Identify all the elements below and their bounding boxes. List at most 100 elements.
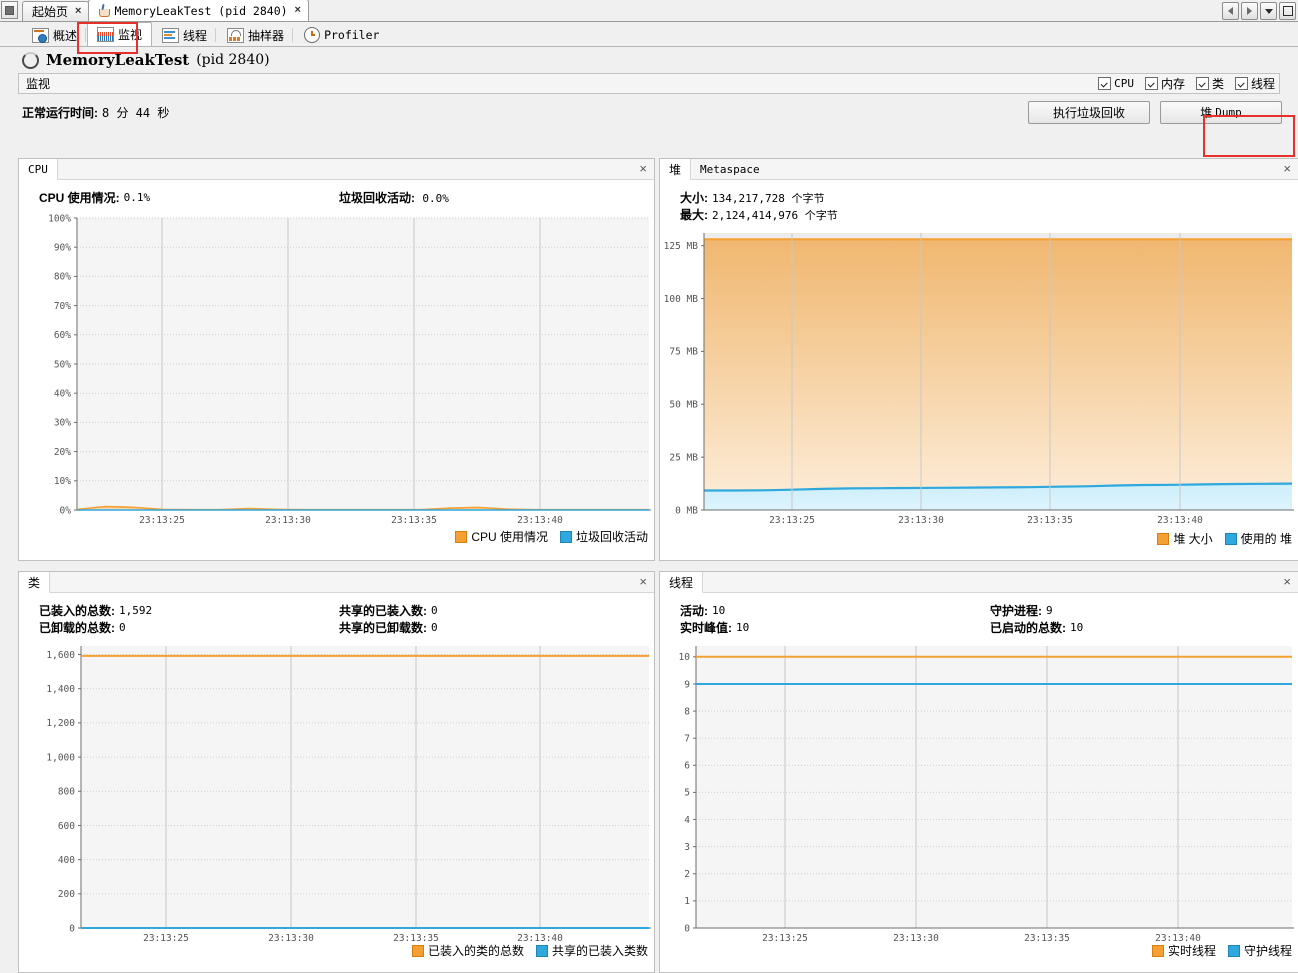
classes-chart[interactable]: 0 200 400 600 800 1,000 1,200 1,400 1,600 23:13:… xyxy=(19,640,654,959)
tab-divider xyxy=(215,28,217,42)
tab-memoryleaktest-close-icon[interactable]: × xyxy=(293,5,301,16)
gc-activity-row: 垃圾回收活动: 0.0% xyxy=(339,189,449,206)
svg-text:8: 8 xyxy=(684,706,690,717)
cpu-chart[interactable]: 0% 10% 20% 30% 40% 50% 60% 70% 80% 90% 100% 23:13:… xyxy=(19,210,654,547)
checkbox-classes-box[interactable] xyxy=(1195,77,1209,90)
tab-monitor[interactable]: 监视 xyxy=(87,22,153,46)
threads-peak-key: 实时峰值: xyxy=(680,621,732,635)
perform-gc-button[interactable]: 执行垃圾回收 xyxy=(1028,101,1150,124)
heap-dump-button[interactable]: 堆 Dump xyxy=(1160,101,1282,124)
tab-profiler[interactable]: Profiler xyxy=(294,23,389,46)
heap-panel-title: 堆 xyxy=(669,162,682,177)
tab-memoryleaktest[interactable]: MemoryLeakTest (pid 2840) × xyxy=(88,0,309,21)
classes-legend: 已装入的类的总数 共享的已装入类数 xyxy=(13,942,648,959)
heap-panel-tab[interactable]: 堆 xyxy=(660,159,692,180)
cpu-legend-item-gc: 垃圾回收活动 xyxy=(559,528,648,545)
heap-legend: 堆 大小 使用的 堆 xyxy=(654,530,1292,547)
checkbox-cpu[interactable]: CPU xyxy=(1098,77,1134,90)
heap-panel-title-bar: 堆 Metaspace × xyxy=(660,159,1298,180)
progress-spinner-icon xyxy=(22,51,39,69)
svg-text:60%: 60% xyxy=(54,330,71,341)
cpu-panel-tab[interactable]: CPU xyxy=(19,159,58,180)
threads-chart[interactable]: 0 1 2 3 4 5 6 7 8 9 10 23:13:25 23:13:30 23:13:35 23:… xyxy=(660,640,1298,959)
checkbox-memory[interactable]: 内存 xyxy=(1144,75,1185,92)
window-corner-button[interactable] xyxy=(1,1,18,19)
svg-text:23:13:30: 23:13:30 xyxy=(265,515,311,526)
threads-legend-label-live: 实时线程 xyxy=(1167,944,1216,958)
cpu-panel-title-bar: CPU × xyxy=(19,159,654,180)
classes-loaded-value: 1,592 xyxy=(119,604,153,617)
heap-chart-svg: 0 MB 25 MB 50 MB 75 MB 100 MB 125 MB 23:13:25… xyxy=(664,233,1294,526)
svg-text:1,200: 1,200 xyxy=(46,718,75,729)
classes-shared-unloaded-value: 0 xyxy=(431,621,438,634)
dropdown-button[interactable] xyxy=(1260,2,1277,20)
svg-text:1: 1 xyxy=(684,896,690,907)
next-arrow-icon xyxy=(1247,7,1252,15)
heap-legend-item-used: 使用的 堆 xyxy=(1224,530,1292,547)
cpu-usage-key: CPU 使用情况: xyxy=(39,191,120,205)
display-checkboxes: CPU 内存 类 线程 xyxy=(1098,75,1275,92)
monitor-section-bar: 监视 CPU 内存 类 线程 xyxy=(18,73,1280,94)
process-id-label: (pid 2840) xyxy=(196,52,270,68)
svg-text:23:13:30: 23:13:30 xyxy=(268,933,314,942)
checkbox-memory-box[interactable] xyxy=(1144,77,1158,90)
checkbox-threads[interactable]: 线程 xyxy=(1234,75,1275,92)
cpu-legend: CPU 使用情况 垃圾回收活动 xyxy=(13,528,648,545)
maximize-button[interactable] xyxy=(1279,2,1296,20)
heap-chart[interactable]: 0 MB 25 MB 50 MB 75 MB 100 MB 125 MB 23:13:25… xyxy=(660,227,1298,547)
svg-text:23:13:30: 23:13:30 xyxy=(893,933,939,942)
classes-panel-close-icon[interactable]: × xyxy=(639,575,647,588)
svg-text:20%: 20% xyxy=(54,447,71,458)
threads-panel-tab[interactable]: 线程 xyxy=(660,572,704,593)
heap-panel-close-icon[interactable]: × xyxy=(1283,162,1291,175)
checkbox-threads-label: 线程 xyxy=(1250,77,1275,91)
next-arrow-button[interactable] xyxy=(1241,2,1258,20)
threads-chart-svg: 0 1 2 3 4 5 6 7 8 9 10 23:13:25 23:13:30 23:13:35 23:… xyxy=(679,646,1294,942)
svg-text:23:13:25: 23:13:25 xyxy=(769,515,815,526)
classes-chart-svg: 0 200 400 600 800 1,000 1,200 1,400 1,600 23:13:… xyxy=(46,646,651,942)
cpu-stats: CPU 使用情况: 0.1% 垃圾回收活动: 0.0% xyxy=(19,180,654,210)
classes-legend-label-loaded: 已装入的类的总数 xyxy=(427,944,524,958)
uptime-row: 正常运行时间: 8 分 44 秒 执行垃圾回收 堆 Dump xyxy=(0,94,1298,130)
section-label: 监视 xyxy=(26,77,51,91)
svg-text:1,000: 1,000 xyxy=(46,752,75,763)
svg-text:25 MB: 25 MB xyxy=(669,452,698,463)
svg-text:6: 6 xyxy=(684,761,690,772)
action-buttons: 执行垃圾回收 堆 Dump xyxy=(1028,101,1282,124)
cpu-chart-svg: 0% 10% 20% 30% 40% 50% 60% 70% 80% 90% 100% 23:13:… xyxy=(48,213,651,526)
classes-panel-tab[interactable]: 类 xyxy=(19,572,51,593)
tab-overview[interactable]: 概述 xyxy=(22,23,87,46)
tab-threads[interactable]: 线程 xyxy=(152,23,217,46)
svg-text:23:13:40: 23:13:40 xyxy=(517,933,563,942)
prev-arrow-button[interactable] xyxy=(1222,2,1239,20)
tab-start-page-close-icon[interactable]: × xyxy=(73,6,81,17)
tab-monitor-label: 监视 xyxy=(118,28,143,42)
classes-shared-col: 共享的已装入数: 0 共享的已卸载数: 0 xyxy=(339,602,438,636)
tab-start-page[interactable]: 起始页 × xyxy=(22,1,90,21)
heap-legend-label-size: 堆 大小 xyxy=(1173,532,1213,546)
cpu-panel-close-icon[interactable]: × xyxy=(639,162,647,175)
checkbox-classes[interactable]: 类 xyxy=(1195,75,1224,92)
gc-activity-key: 垃圾回收活动: xyxy=(339,191,415,205)
threads-panel-title: 线程 xyxy=(669,575,694,590)
svg-text:100%: 100% xyxy=(48,213,71,224)
cpu-legend-label-usage: CPU 使用情况 xyxy=(471,530,548,544)
svg-text:75 MB: 75 MB xyxy=(669,347,698,358)
threads-daemon-key: 守护进程: xyxy=(990,604,1042,618)
svg-text:600: 600 xyxy=(58,821,75,832)
svg-text:10%: 10% xyxy=(54,476,71,487)
checkbox-threads-box[interactable] xyxy=(1234,77,1248,90)
checkbox-cpu-box[interactable] xyxy=(1098,77,1112,90)
svg-text:90%: 90% xyxy=(54,243,71,254)
tab-sampler[interactable]: 抽样器 xyxy=(217,23,294,46)
classes-stats: 已装入的总数: 1,592 已卸载的总数: 0 共享的已装入数: 0 共享的已卸… xyxy=(19,593,654,640)
heap-max-row: 最大: 2,124,414,976 个字节 xyxy=(680,206,1298,223)
heap-legend-item-size: 堆 大小 xyxy=(1157,530,1213,547)
threads-panel-close-icon[interactable]: × xyxy=(1283,575,1291,588)
application-header: MemoryLeakTest (pid 2840) xyxy=(0,47,1298,73)
metaspace-panel-tab[interactable]: Metaspace xyxy=(691,159,769,179)
classes-panel: 类 × 已装入的总数: 1,592 已卸载的总数: 0 共享的已装入数: 0 共… xyxy=(18,571,655,973)
tab-profiler-label: Profiler xyxy=(324,28,380,42)
svg-text:23:13:25: 23:13:25 xyxy=(143,933,189,942)
heap-size-row: 大小: 134,217,728 个字节 xyxy=(680,189,1298,206)
